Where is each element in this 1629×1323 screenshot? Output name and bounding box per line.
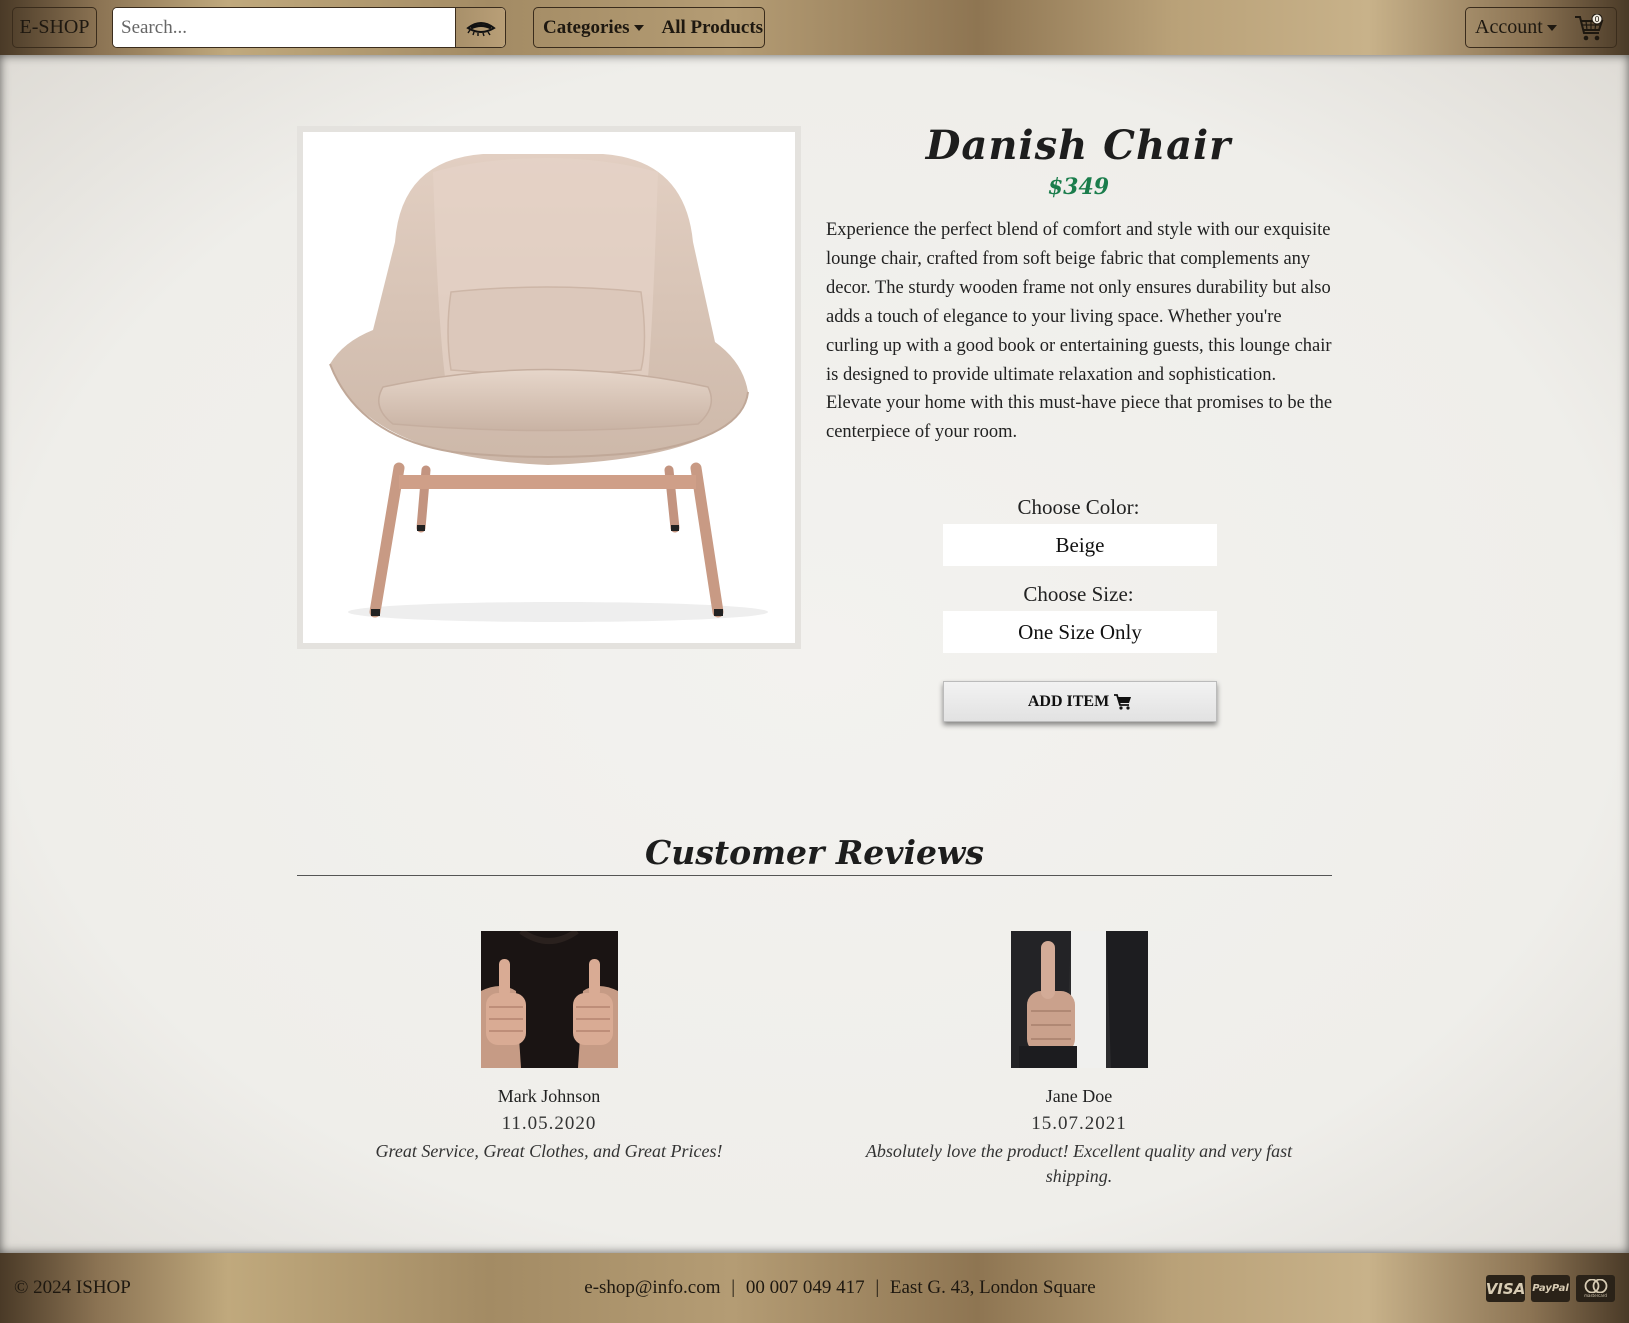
product-image: [303, 132, 795, 643]
reviews-heading: Customer Reviews: [645, 833, 984, 872]
review-date: 11.05.2020: [501, 1113, 597, 1134]
category-nav: Categories All Products: [533, 7, 765, 48]
separator: |: [731, 1277, 736, 1298]
contact-email[interactable]: e-shop@info.com: [584, 1277, 720, 1298]
cart-icon: [1114, 693, 1132, 710]
account-area: Account 0: [1465, 7, 1617, 48]
product-price: $349: [1047, 174, 1110, 200]
contact-info: e-shop@info.com | 00 007 049 417 | East …: [440, 1277, 1240, 1299]
cart-button[interactable]: 0: [1574, 13, 1604, 48]
reviewer-name: Jane Doe: [1045, 1086, 1113, 1106]
size-select[interactable]: One Size Only: [943, 611, 1217, 653]
account-dropdown[interactable]: Account: [1475, 16, 1557, 39]
main-content: [0, 55, 1629, 1253]
categories-dropdown[interactable]: Categories: [543, 17, 644, 39]
mastercard-circles: [1584, 1279, 1607, 1293]
separator: |: [875, 1277, 880, 1298]
product-title: Danish Chair: [925, 122, 1232, 169]
color-label: Choose Color:: [1017, 495, 1140, 519]
navbar: E-SHOP Categories All Products Account: [0, 0, 1629, 55]
visa-icon: VISA: [1486, 1275, 1525, 1302]
chevron-down-icon: [1546, 24, 1557, 31]
add-item-button[interactable]: ADD ITEM: [943, 681, 1217, 722]
size-label: Choose Size:: [1023, 582, 1134, 606]
copyright-text: © 2024 ISHOP: [14, 1277, 131, 1298]
reviewer-avatar: [1011, 931, 1148, 1068]
all-products-link[interactable]: All Products: [662, 17, 764, 39]
product-description: Experience the perfect blend of comfort …: [826, 220, 1333, 443]
brand-logo[interactable]: E-SHOP: [12, 7, 97, 48]
search-button[interactable]: [455, 8, 505, 47]
eye-icon: [465, 21, 496, 36]
search-bar: [112, 7, 506, 48]
review-card: Mark Johnson 11.05.2020 Great Service, G…: [299, 1086, 799, 1164]
product-image-frame: [297, 126, 801, 649]
mastercard-icon: mastercard: [1576, 1275, 1615, 1302]
reviews-divider: [297, 875, 1332, 876]
footer: © 2024 ISHOP e-shop@info.com | 00 007 04…: [0, 1253, 1629, 1323]
paypal-icon: PayPal: [1531, 1275, 1570, 1302]
reviewer-name: Mark Johnson: [497, 1086, 601, 1106]
categories-label: Categories: [543, 16, 630, 38]
review-card: Jane Doe 15.07.2021 Absolutely love the …: [829, 1086, 1329, 1189]
cart-icon: 0: [1575, 13, 1604, 41]
search-input[interactable]: [113, 8, 456, 47]
contact-address: East G. 43, London Square: [889, 1277, 1096, 1298]
reviewer-avatar: [481, 928, 618, 1068]
review-text: Great Service, Great Clothes, and Great …: [375, 1141, 723, 1161]
add-item-label: ADD ITEM: [1027, 692, 1110, 710]
contact-phone: 00 007 049 417: [745, 1277, 865, 1298]
cart-count-badge: 0: [1594, 15, 1599, 24]
lounge-chair-image: [329, 154, 768, 622]
chevron-down-icon: [633, 24, 644, 31]
review-text: Absolutely love the product! Excellent q…: [865, 1141, 1293, 1186]
review-date: 15.07.2021: [1031, 1113, 1127, 1134]
color-select[interactable]: Beige: [943, 524, 1217, 566]
account-label: Account: [1475, 16, 1543, 38]
